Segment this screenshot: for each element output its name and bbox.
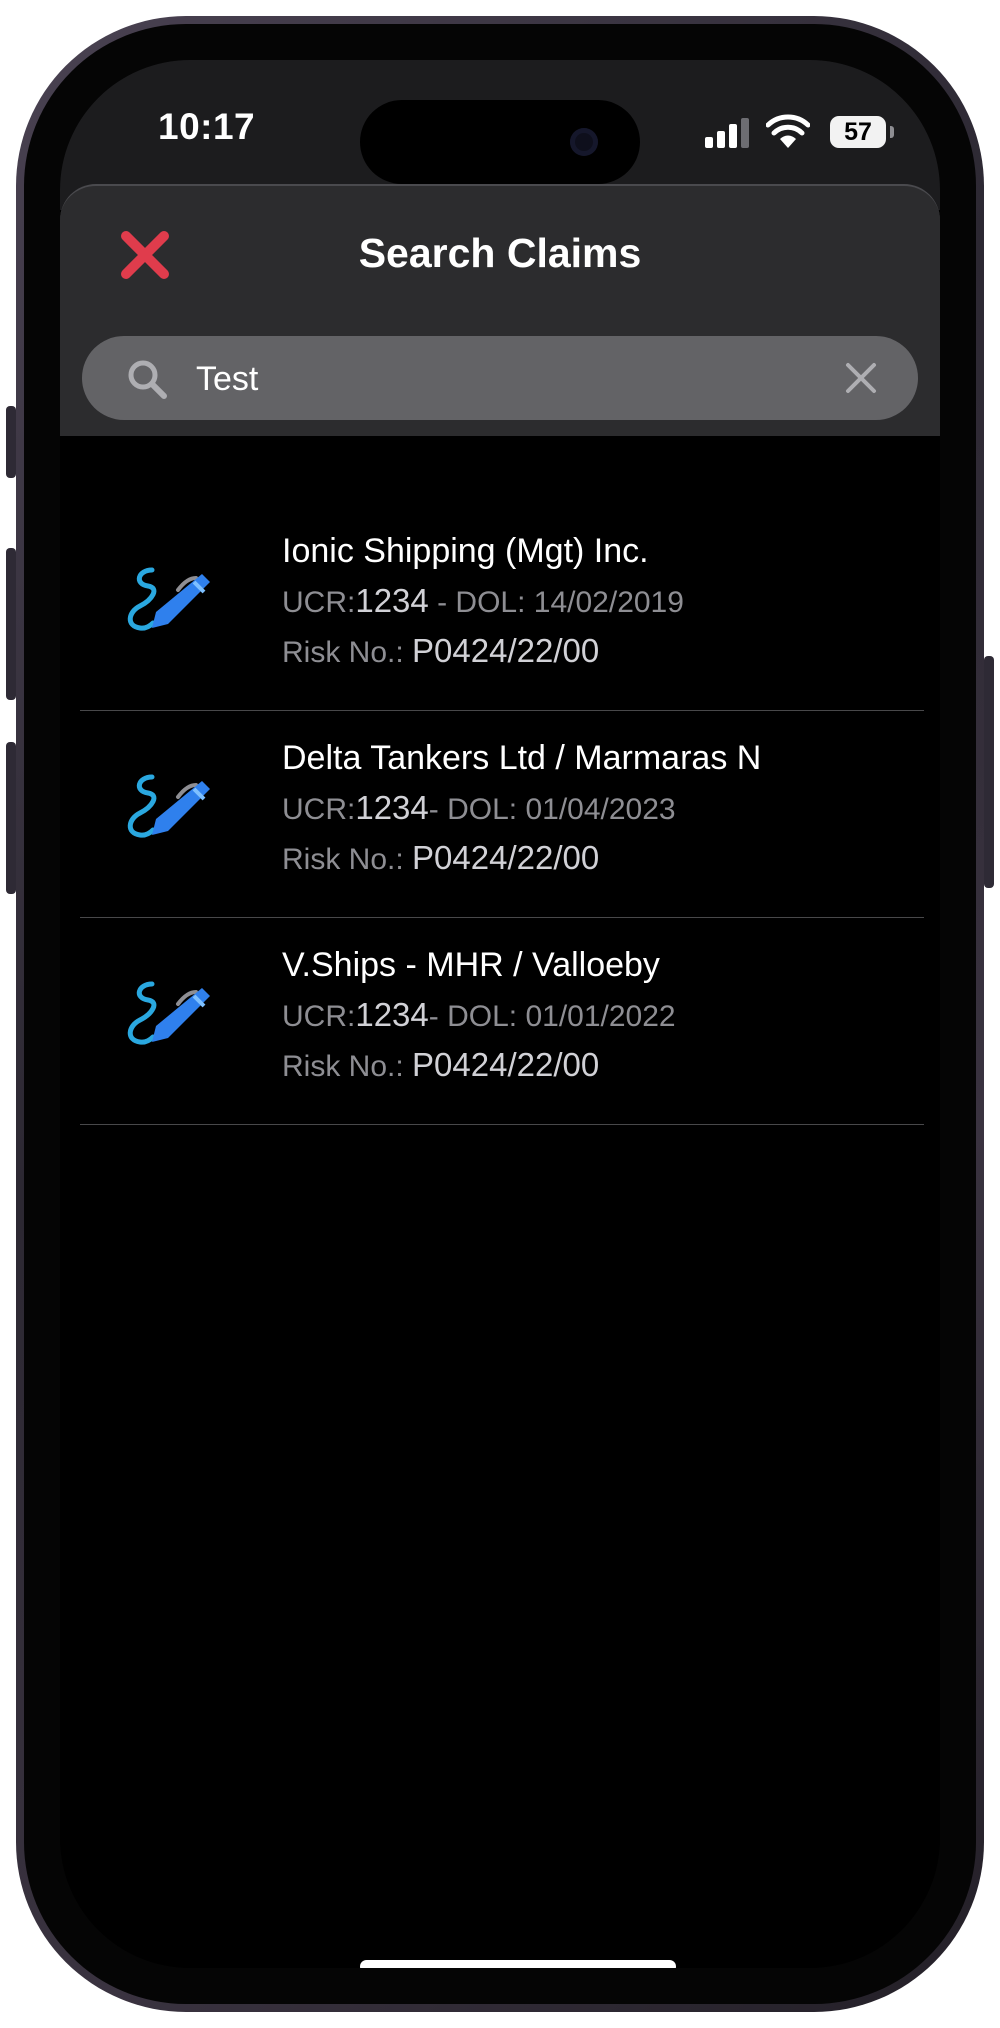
volume-down-button [6,742,16,894]
front-camera [570,128,598,156]
claim-insured-name: V.Ships - MHR / Valloeby [282,946,660,984]
claim-row[interactable]: Delta Tankers Ltd / Marmaras N UCR:1234-… [80,711,924,918]
risk-label: Risk No.: [282,636,404,669]
wifi-icon [766,114,810,148]
power-button [984,656,994,888]
cellular-signal-icon [705,118,751,148]
claim-insured-name: Ionic Shipping (Mgt) Inc. [282,532,649,570]
signature-pen-icon [127,774,210,838]
claim-row[interactable]: V.Ships - MHR / Valloeby UCR:1234- DOL: … [80,918,924,1125]
claim-insured-name: Delta Tankers Ltd / Marmaras N [282,739,762,777]
app-screen: 10:17 57 Search Claims Test Ionic Shippi… [60,60,940,1968]
risk-label: Risk No.: [282,1050,404,1083]
search-input[interactable] [194,348,818,410]
risk-number: P0424/22/00 [412,1046,600,1083]
ucr-label: UCR: [282,1000,356,1033]
claims-results-list: Ionic Shipping (Mgt) Inc. UCR:1234 - DOL… [80,504,924,1125]
dynamic-island [360,100,640,184]
claim-row[interactable]: Ionic Shipping (Mgt) Inc. UCR:1234 - DOL… [80,504,924,711]
claim-ucr-line: UCR:1234- DOL: 01/04/2023 [282,789,676,827]
search-bar[interactable] [82,336,918,420]
status-time: 10:17 [158,106,256,147]
sheet-title: Search Claims [358,230,642,276]
search-claims-sheet: Search Claims [60,184,940,436]
claim-ucr-line: UCR:1234- DOL: 01/01/2022 [282,996,676,1034]
claim-risk-line: Risk No.: P0424/22/00 [282,839,599,877]
battery-icon: 57 [830,116,886,148]
ucr-value: 1234 [355,582,429,619]
ucr-label: UCR: [282,586,356,619]
signature-pen-icon [127,981,210,1045]
ucr-value: 1234 [355,789,429,826]
search-icon [128,360,167,399]
ucr-label: UCR: [282,793,356,826]
risk-label: Risk No.: [282,843,404,876]
home-indicator[interactable] [360,1960,676,1968]
claim-ucr-line: UCR:1234 - DOL: 14/02/2019 [282,582,684,620]
claim-risk-line: Risk No.: P0424/22/00 [282,1046,599,1084]
ucr-value: 1234 [355,996,429,1033]
dol-text: - DOL: 01/04/2023 [428,793,676,826]
dol-text: - DOL: 14/02/2019 [428,586,684,619]
dol-text: - DOL: 01/01/2022 [428,1000,676,1033]
signature-pen-icon [127,567,210,631]
volume-up-button [6,548,16,700]
risk-number: P0424/22/00 [412,839,600,876]
action-button [6,406,16,478]
risk-number: P0424/22/00 [412,632,600,669]
clear-icon[interactable] [845,362,877,394]
battery-cap [890,126,894,138]
claim-risk-line: Risk No.: P0424/22/00 [282,632,599,670]
